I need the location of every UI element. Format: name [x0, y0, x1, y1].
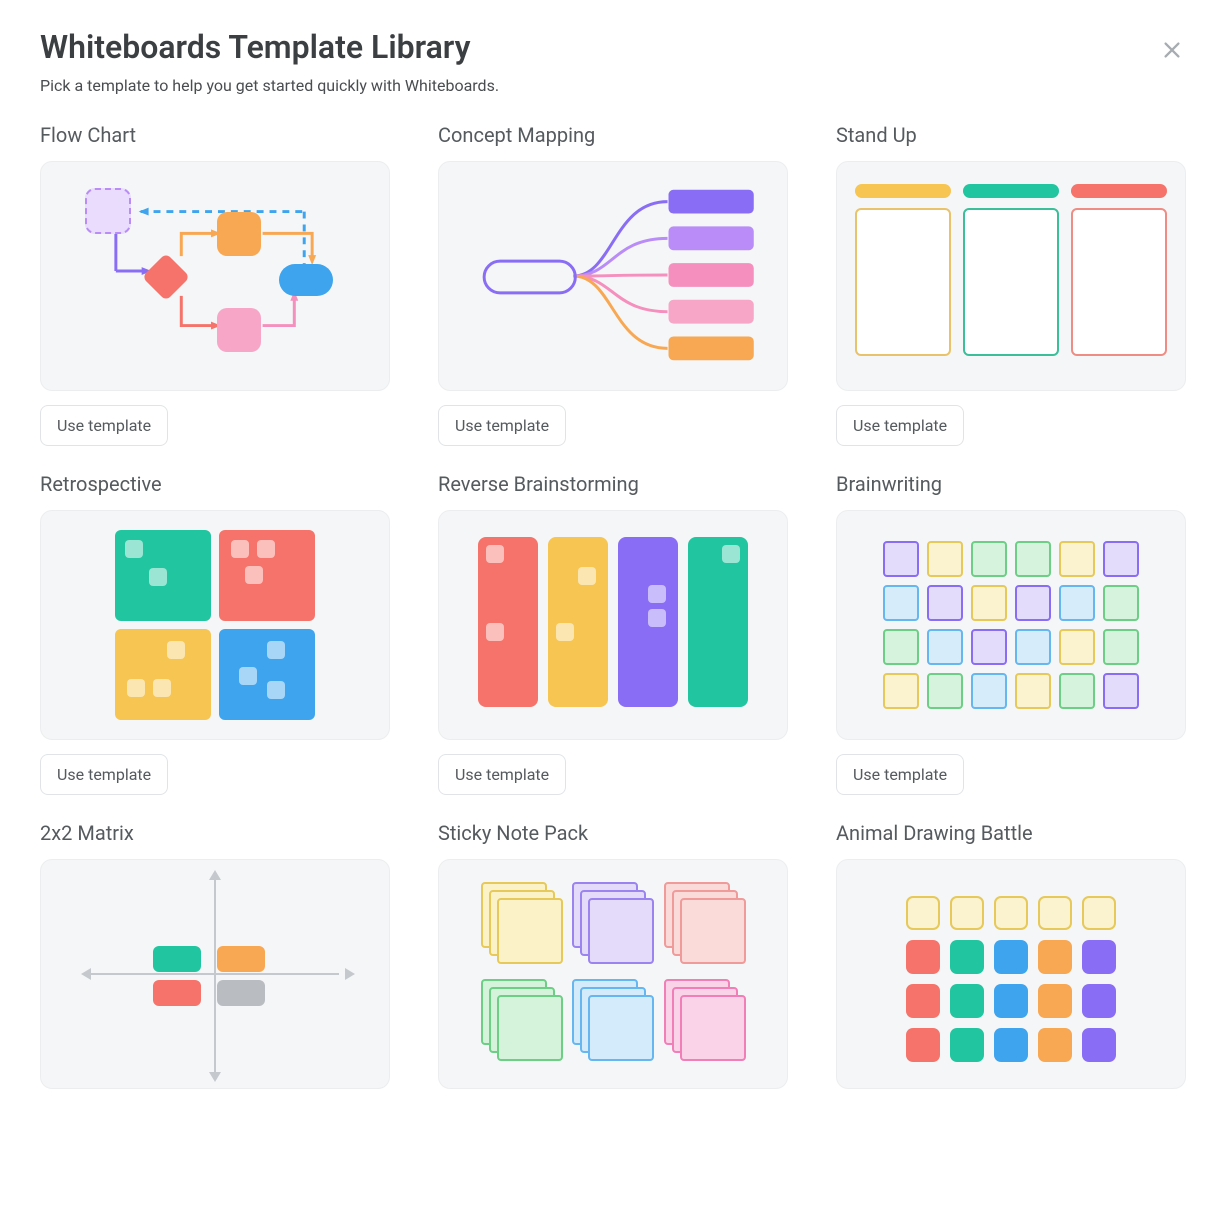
template-name: Flow Chart: [40, 123, 390, 147]
template-sticky-note-pack: Sticky Note Pack: [438, 821, 788, 1089]
template-name: Sticky Note Pack: [438, 821, 788, 845]
page-subtitle: Pick a template to help you get started …: [40, 76, 499, 95]
template-thumbnail[interactable]: [836, 161, 1186, 391]
use-template-button[interactable]: Use template: [438, 754, 566, 795]
standup-columns-icon: [837, 198, 1185, 378]
mindmap-diagram-icon: [439, 162, 787, 390]
template-thumbnail[interactable]: [438, 161, 788, 391]
end-node-icon: [279, 264, 333, 296]
retro-quadrants-icon: [115, 530, 315, 720]
template-thumbnail[interactable]: [836, 510, 1186, 740]
template-2x2-matrix: 2x2 Matrix: [40, 821, 390, 1089]
template-stand-up: Stand Up Use template: [836, 123, 1186, 446]
template-thumbnail[interactable]: [438, 510, 788, 740]
template-name: Stand Up: [836, 123, 1186, 147]
template-brainwriting: Brainwriting Use template: [836, 472, 1186, 795]
template-name: Reverse Brainstorming: [438, 472, 788, 496]
standup-headers-icon: [837, 162, 1185, 198]
template-thumbnail[interactable]: [836, 859, 1186, 1089]
use-template-button[interactable]: Use template: [438, 405, 566, 446]
template-animal-drawing-battle: Animal Drawing Battle: [836, 821, 1186, 1089]
template-name: Brainwriting: [836, 472, 1186, 496]
process-node-icon: [217, 308, 261, 352]
template-name: Concept Mapping: [438, 123, 788, 147]
page-title: Whiteboards Template Library: [40, 28, 499, 66]
template-retrospective: Retrospective: [40, 472, 390, 795]
dialog-header: Whiteboards Template Library Pick a temp…: [40, 28, 1186, 123]
template-reverse-brainstorming: Reverse Brainstorming: [438, 472, 788, 795]
template-name: Animal Drawing Battle: [836, 821, 1186, 845]
use-template-button[interactable]: Use template: [40, 754, 168, 795]
template-thumbnail[interactable]: [40, 510, 390, 740]
color-grid-icon: [906, 896, 1116, 1062]
start-node-icon: [85, 188, 131, 234]
template-flow-chart: Flow Chart: [40, 123, 390, 446]
template-name: Retrospective: [40, 472, 390, 496]
template-thumbnail[interactable]: [40, 859, 390, 1089]
template-thumbnail[interactable]: [40, 161, 390, 391]
use-template-button[interactable]: Use template: [836, 754, 964, 795]
brainstorm-columns-icon: [439, 511, 787, 739]
template-grid: Flow Chart: [40, 123, 1186, 1089]
template-thumbnail[interactable]: [438, 859, 788, 1089]
use-template-button[interactable]: Use template: [40, 405, 168, 446]
use-template-button[interactable]: Use template: [836, 405, 964, 446]
process-node-icon: [217, 212, 261, 256]
template-name: 2x2 Matrix: [40, 821, 390, 845]
brainwriting-grid-icon: [883, 541, 1139, 709]
close-icon: [1161, 39, 1183, 61]
sticky-stacks-icon: [483, 884, 743, 1064]
close-button[interactable]: [1158, 36, 1186, 64]
template-concept-mapping: Concept Mapping Use template: [438, 123, 788, 446]
